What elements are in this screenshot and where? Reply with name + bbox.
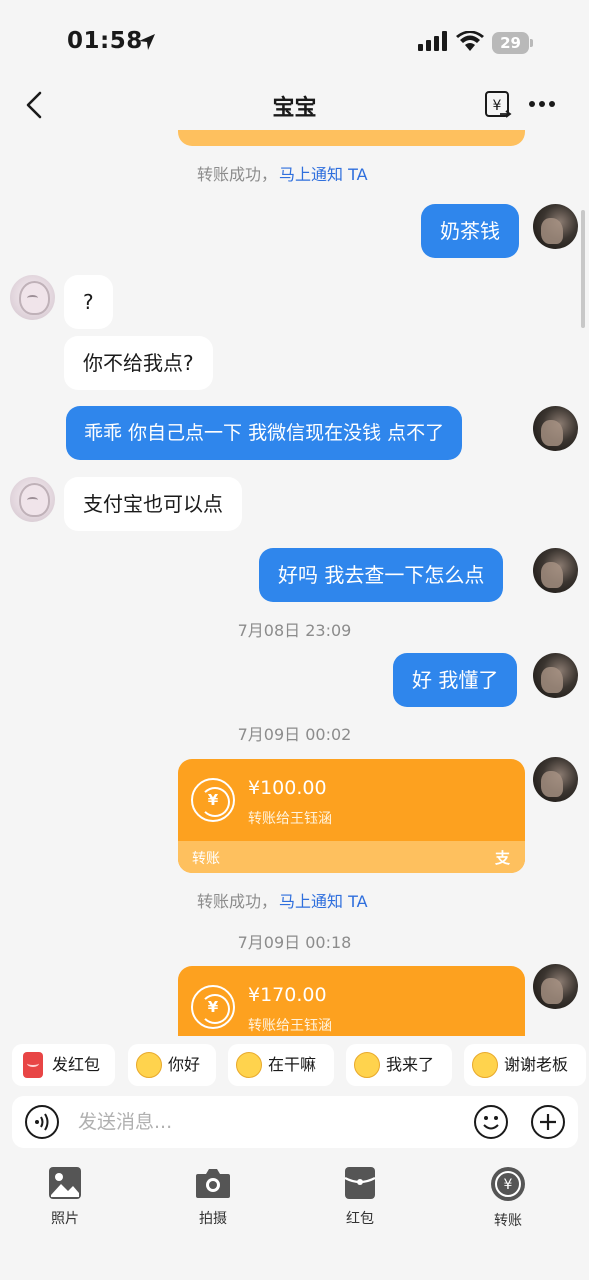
quick-reply-hello[interactable]: 你好 <box>128 1044 216 1086</box>
red-packet-icon <box>23 1052 43 1078</box>
message-bubble-out[interactable]: 好 我懂了 <box>393 653 518 707</box>
transfer-cycle-icon: ¥ <box>191 985 235 1029</box>
grateful-emoji-icon <box>472 1052 498 1078</box>
message-input[interactable]: 发送消息... <box>78 1096 172 1148</box>
my-avatar[interactable] <box>533 406 578 451</box>
status-time: 01:58 <box>67 28 143 54</box>
message-input-bar[interactable]: 发送消息... <box>12 1096 578 1148</box>
voice-input-icon[interactable] <box>24 1104 60 1140</box>
my-avatar[interactable] <box>533 204 578 249</box>
status-bar: 01:58 29 <box>0 0 589 80</box>
message-bubble-out[interactable]: 奶茶钱 <box>421 204 519 258</box>
transfer-card-partial[interactable] <box>178 130 525 146</box>
toolbar-transfer[interactable]: ¥ 转账 <box>468 1160 548 1230</box>
alipay-logo-icon: 支 <box>494 849 510 867</box>
svg-text:¥: ¥ <box>493 98 502 114</box>
message-bubble-in[interactable]: 你不给我点? <box>64 336 213 390</box>
transfer-amount: ¥170.00 <box>248 984 327 1006</box>
my-avatar[interactable] <box>533 757 578 802</box>
transfer-icon[interactable]: ¥ <box>484 90 512 120</box>
notify-link[interactable]: 马上通知 TA <box>279 165 368 184</box>
red-packet-icon <box>344 1167 376 1199</box>
notify-link[interactable]: 马上通知 TA <box>279 892 368 911</box>
quick-reply-thanks[interactable]: 谢谢老板 <box>464 1044 586 1086</box>
emoji-icon[interactable] <box>473 1104 509 1140</box>
sunglasses-emoji-icon <box>354 1052 380 1078</box>
battery-level: 29 <box>492 32 529 54</box>
message-bubble-in[interactable]: 支付宝也可以点 <box>64 477 242 531</box>
transfer-cycle-icon: ¥ <box>191 778 235 822</box>
more-options-icon[interactable] <box>528 99 556 109</box>
transfer-status: 转账成功， 马上通知 TA <box>197 165 368 184</box>
chat-header: 宝宝 ¥ <box>0 80 589 130</box>
message-bubble-out[interactable]: 好吗 我去查一下怎么点 <box>259 548 504 602</box>
quick-reply-bar: 发红包 你好 在干嘛 我来了 谢谢老板 <box>0 1044 589 1086</box>
quick-reply-red-packet[interactable]: 发红包 <box>12 1044 115 1086</box>
scrollbar[interactable] <box>581 210 585 328</box>
transfer-status: 转账成功， 马上通知 TA <box>197 892 368 911</box>
toolbar-red-packet[interactable]: 红包 <box>320 1160 400 1228</box>
message-list[interactable]: 转账成功， 马上通知 TA 奶茶钱 ? 你不给我点? 乖乖 你自己点一下 我微信现… <box>0 130 589 1036</box>
toolbar-camera[interactable]: 拍摄 <box>173 1160 253 1228</box>
quick-reply-what-doing[interactable]: 在干嘛 <box>228 1044 334 1086</box>
camera-icon <box>196 1169 230 1198</box>
contact-avatar[interactable] <box>10 477 55 522</box>
transfer-amount: ¥100.00 <box>248 777 327 799</box>
transfer-card[interactable]: ¥ ¥100.00 转账给王钰涵 转账 支 <box>178 759 525 873</box>
cellular-signal-icon <box>418 31 447 51</box>
message-bubble-out[interactable]: 乖乖 你自己点一下 我微信现在没钱 点不了 <box>66 406 463 460</box>
my-avatar[interactable] <box>533 548 578 593</box>
transfer-recipient: 转账给王钰涵 <box>248 1018 332 1034</box>
timestamp: 7月09日 00:02 <box>237 725 352 744</box>
bottom-toolbar: 照片 拍摄 红包 ¥ 转账 <box>0 1160 589 1240</box>
transfer-card[interactable]: ¥ ¥170.00 转账给王钰涵 转账 支 <box>178 966 525 1036</box>
transfer-label: 转账 <box>192 851 220 867</box>
timestamp: 7月08日 23:09 <box>237 621 352 640</box>
plus-icon[interactable] <box>530 1104 566 1140</box>
toolbar-photos[interactable]: 照片 <box>25 1160 105 1228</box>
contact-avatar[interactable] <box>10 275 55 320</box>
message-bubble-in[interactable]: ? <box>64 275 113 329</box>
wifi-icon <box>456 31 484 51</box>
smiling-emoji-icon <box>236 1052 262 1078</box>
location-arrow-icon <box>139 34 155 50</box>
my-avatar[interactable] <box>533 653 578 698</box>
quick-reply-coming[interactable]: 我来了 <box>346 1044 452 1086</box>
thinking-emoji-icon <box>136 1052 162 1078</box>
svg-text:¥: ¥ <box>504 1177 513 1193</box>
transfer-icon: ¥ <box>491 1167 525 1201</box>
timestamp: 7月09日 00:18 <box>237 933 352 952</box>
my-avatar[interactable] <box>533 964 578 1009</box>
photo-icon <box>49 1167 81 1199</box>
battery-icon: 29 <box>492 32 534 54</box>
transfer-recipient: 转账给王钰涵 <box>248 811 332 827</box>
